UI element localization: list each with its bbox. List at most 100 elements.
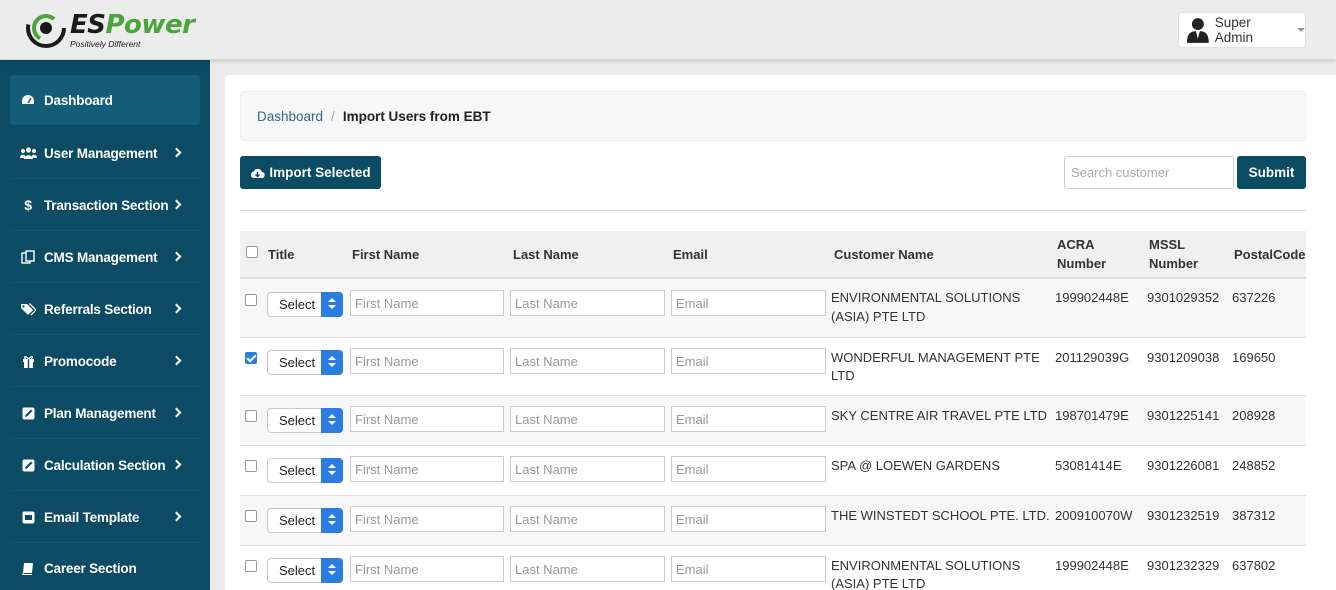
title-select[interactable]: Select xyxy=(267,350,343,375)
sidebar-item-promocode[interactable]: Promocode xyxy=(10,336,200,387)
email-input[interactable] xyxy=(671,290,826,316)
title-select[interactable]: Select xyxy=(267,408,343,433)
breadcrumb-dashboard-link[interactable]: Dashboard xyxy=(257,109,323,124)
title-select[interactable]: Select xyxy=(267,558,343,583)
customer-name-line1: ENVIRONMENTAL SOLUTIONS xyxy=(831,290,1021,305)
last-name-input[interactable] xyxy=(510,348,665,374)
logo-accent-text: Power xyxy=(105,10,195,40)
select-arrows-icon xyxy=(321,558,343,583)
sidebar-item-cms-management[interactable]: CMS Management xyxy=(10,232,200,283)
tags-icon xyxy=(19,302,37,316)
edit-icon xyxy=(19,458,37,472)
row-checkbox[interactable] xyxy=(245,560,257,572)
postal-code: 208928 xyxy=(1232,408,1276,423)
sidebar: Dashboard User Management $ Transaction … xyxy=(0,60,210,590)
gift-icon xyxy=(19,354,37,368)
row-checkbox[interactable] xyxy=(245,510,257,522)
first-name-input[interactable] xyxy=(350,456,504,482)
mssl-number: 9301232329 xyxy=(1147,558,1220,573)
last-name-input[interactable] xyxy=(510,290,665,316)
customer-name-line2: (ASIA) PTE LTD xyxy=(831,576,926,590)
postal-code: 637802 xyxy=(1232,558,1276,573)
first-name-input[interactable] xyxy=(350,406,504,432)
select-arrows-icon xyxy=(321,292,343,317)
chevron-right-icon xyxy=(171,355,182,366)
chevron-right-icon xyxy=(171,251,182,262)
title-select[interactable]: Select xyxy=(267,458,343,483)
title-select-value: Select xyxy=(279,413,316,428)
chevron-right-icon xyxy=(171,199,182,210)
customer-name-line2: (ASIA) PTE LTD xyxy=(831,309,926,324)
sidebar-item-career-section[interactable]: Career Section xyxy=(10,546,200,590)
email-input[interactable] xyxy=(671,456,826,482)
chevron-down-icon xyxy=(1297,28,1305,32)
sidebar-item-transaction-section[interactable]: $ Transaction Section xyxy=(10,180,200,231)
sidebar-item-user-management[interactable]: User Management xyxy=(10,128,200,179)
mssl-number: 9301232519 xyxy=(1147,508,1220,523)
acra-number: 201129039G xyxy=(1055,350,1130,365)
first-name-input[interactable] xyxy=(350,506,504,532)
espower-logo[interactable]: ESPower Positively Different xyxy=(26,8,196,52)
customer-name-line1: THE WINSTEDT SCHOOL PTE. LTD. xyxy=(831,508,1050,523)
title-select-value: Select xyxy=(279,513,316,528)
postal-code: 637226 xyxy=(1232,290,1276,305)
chevron-right-icon xyxy=(171,303,182,314)
search-customer-input[interactable] xyxy=(1064,156,1234,189)
sidebar-item-referrals-section[interactable]: Referrals Section xyxy=(10,284,200,335)
title-select[interactable]: Select xyxy=(267,508,343,533)
header-mssl-line2: Number xyxy=(1149,256,1199,271)
first-name-input[interactable] xyxy=(350,556,504,582)
sidebar-item-label: Email Template xyxy=(44,509,140,525)
last-name-input[interactable] xyxy=(510,506,665,532)
user-name: Super Admin xyxy=(1214,15,1253,45)
header-last-name: Last Name xyxy=(513,247,579,262)
sidebar-item-dashboard[interactable]: Dashboard xyxy=(10,75,200,125)
email-input[interactable] xyxy=(671,406,826,432)
import-selected-label: Import Selected xyxy=(269,165,371,180)
select-arrows-icon xyxy=(321,508,343,533)
acra-number: 200910070W xyxy=(1055,508,1133,523)
import-selected-button[interactable]: Import Selected xyxy=(240,156,381,189)
title-select[interactable]: Select xyxy=(267,292,343,317)
sidebar-item-label: Referrals Section xyxy=(44,301,152,317)
email-input[interactable] xyxy=(671,556,826,582)
row-checkbox[interactable] xyxy=(245,460,257,472)
select-arrows-icon xyxy=(321,408,343,433)
dollar-icon: $ xyxy=(24,197,32,213)
sidebar-item-label: Plan Management xyxy=(44,405,156,421)
last-name-input[interactable] xyxy=(510,556,665,582)
table-row: Select ENVIRONMENTAL SOLUTIONS (ASIA) PT… xyxy=(240,546,1306,590)
title-select-value: Select xyxy=(279,463,316,478)
mssl-number: 9301029352 xyxy=(1147,290,1220,305)
header-mssl-line1: MSSL xyxy=(1149,237,1186,252)
email-input[interactable] xyxy=(671,506,826,532)
postal-code: 387312 xyxy=(1232,508,1276,523)
last-name-input[interactable] xyxy=(510,456,665,482)
edit-icon xyxy=(19,406,37,420)
sidebar-item-calculation-section[interactable]: Calculation Section xyxy=(10,440,200,491)
user-menu-button[interactable]: Super Admin xyxy=(1178,12,1306,48)
sidebar-item-label: Transaction Section xyxy=(44,197,169,213)
email-input[interactable] xyxy=(671,348,826,374)
acra-number: 53081414E xyxy=(1055,458,1122,473)
select-all-checkbox[interactable] xyxy=(246,246,258,258)
sidebar-item-email-template[interactable]: Email Template xyxy=(10,492,200,543)
chevron-right-icon xyxy=(171,147,182,158)
header-acra-line2: Number xyxy=(1057,256,1107,271)
customer-name-line1: ENVIRONMENTAL SOLUTIONS xyxy=(831,558,1021,573)
user-avatar-icon xyxy=(1187,18,1209,43)
last-name-input[interactable] xyxy=(510,406,665,432)
cloud-download-icon xyxy=(251,168,266,178)
envelope-icon xyxy=(19,510,37,524)
first-name-input[interactable] xyxy=(350,290,504,316)
first-name-input[interactable] xyxy=(350,348,504,374)
breadcrumb-separator: / xyxy=(331,108,335,124)
sidebar-item-plan-management[interactable]: Plan Management xyxy=(10,388,200,439)
submit-button[interactable]: Submit xyxy=(1237,156,1306,189)
header-postal-code: PostalCode xyxy=(1234,247,1306,262)
row-checkbox[interactable] xyxy=(245,410,257,422)
row-checkbox[interactable] xyxy=(245,294,257,306)
row-checkbox[interactable] xyxy=(245,352,257,364)
breadcrumb: Dashboard / Import Users from EBT xyxy=(240,91,1306,141)
customer-name-line1: SKY CENTRE AIR TRAVEL PTE LTD xyxy=(831,408,1048,423)
